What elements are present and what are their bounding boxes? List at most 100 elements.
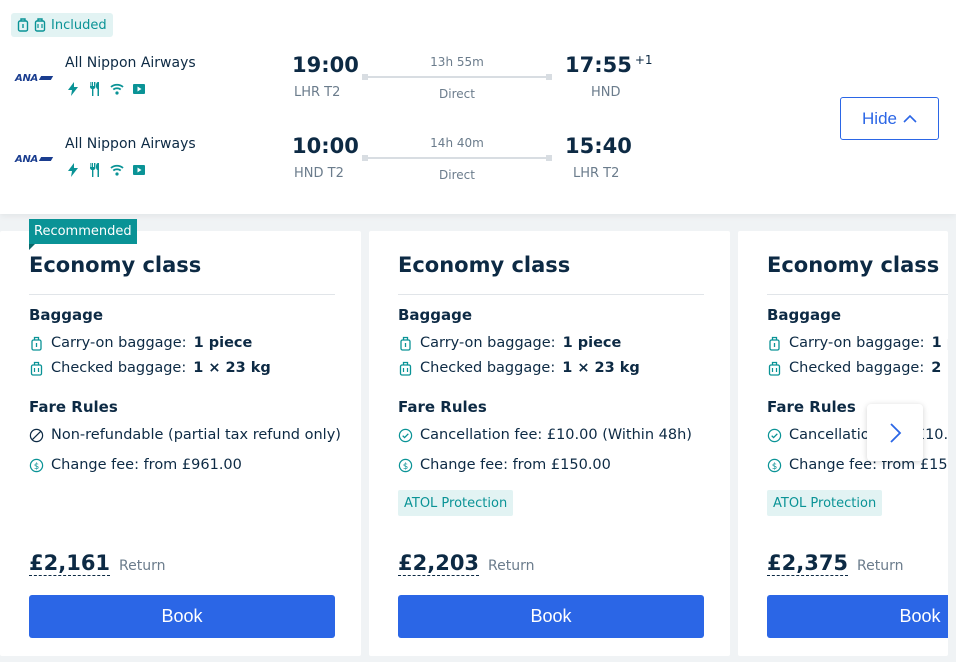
arrival-airport: HND — [591, 85, 621, 100]
change-fee-text: Change fee: from £961.00 — [51, 457, 242, 473]
wifi-icon — [110, 164, 124, 176]
flight-track — [362, 155, 552, 161]
book-button[interactable]: Book — [767, 595, 948, 638]
fare-rules-heading: Fare Rules — [398, 398, 487, 416]
carry-on-value: 1 piece — [193, 335, 253, 351]
power-icon — [68, 163, 78, 177]
airline-name: All Nippon Airways — [65, 55, 196, 71]
checked-value: 1 × 23 kg — [193, 360, 271, 376]
checked-bag-icon — [30, 361, 43, 376]
carry-on-value: 1 piece — [931, 335, 948, 351]
carry-on-value: 1 piece — [562, 335, 622, 351]
itinerary-summary: Included ANA All Nippon Airways 19:00 LH… — [0, 0, 956, 214]
carry-on-label: Carry-on baggage: — [789, 335, 925, 351]
change-fee-text: Change fee: from £150.00 — [420, 457, 611, 473]
checked-label: Checked baggage: — [789, 360, 925, 376]
meal-icon — [90, 163, 99, 177]
meal-icon — [90, 82, 99, 96]
fare-card: Economy class Baggage Carry-on baggage: 1… — [369, 231, 730, 656]
checked-baggage: Checked baggage: 1 × 23 kg — [29, 360, 271, 376]
check-circle-icon — [767, 428, 782, 442]
checked-value: 2 × 23 kg — [931, 360, 948, 376]
refund-rule: Non-refundable (partial tax refund only) — [29, 427, 341, 443]
checked-value: 1 × 23 kg — [562, 360, 640, 376]
divider — [767, 294, 948, 295]
price-value[interactable]: £2,161 — [29, 551, 111, 576]
checked-bag-icon — [768, 361, 781, 376]
flight-leg-outbound: ANA All Nippon Airways 19:00 LHR T2 13h … — [0, 53, 700, 125]
price-value[interactable]: £2,375 — [767, 551, 849, 576]
carry-on-baggage: Carry-on baggage: 1 piece — [398, 335, 621, 351]
wifi-icon — [110, 83, 124, 95]
price: £2,161 Return — [29, 551, 166, 576]
arrival-time-value: 17:55 — [565, 53, 632, 77]
checked-bag-icon — [34, 18, 46, 32]
fare-class-title: Economy class — [767, 253, 940, 277]
price-label: Return — [488, 558, 535, 574]
carry-on-label: Carry-on baggage: — [420, 335, 556, 351]
included-badge: Included — [11, 13, 113, 37]
checked-bag-icon — [399, 361, 412, 376]
departure-airport: HND T2 — [294, 166, 344, 181]
flight-track — [362, 74, 552, 80]
airline-logo: ANA — [15, 73, 52, 84]
dollar-circle-icon: $ — [767, 458, 782, 472]
arrival-time: 15:40 — [565, 134, 632, 158]
departure-time: 19:00 — [292, 53, 359, 77]
change-fee-rule: $ Change fee: from £961.00 — [29, 457, 242, 473]
price: £2,203 Return — [398, 551, 535, 576]
entertainment-icon — [133, 165, 145, 175]
price-value[interactable]: £2,203 — [398, 551, 480, 576]
checked-label: Checked baggage: — [51, 360, 187, 376]
airline-name: All Nippon Airways — [65, 136, 196, 152]
entertainment-icon — [133, 84, 145, 94]
checked-baggage: Checked baggage: 2 × 23 kg — [767, 360, 948, 376]
fare-card: Economy class Baggage Carry-on baggage: 1… — [0, 231, 361, 656]
amenities — [66, 163, 146, 177]
chevron-up-icon — [903, 114, 917, 123]
carry-on-baggage: Carry-on baggage: 1 piece — [29, 335, 252, 351]
baggage-heading: Baggage — [29, 306, 104, 324]
arrival-airport: LHR T2 — [573, 166, 620, 181]
stops-label: Direct — [439, 87, 475, 101]
svg-text:$: $ — [403, 460, 408, 470]
flight-leg-return: ANA All Nippon Airways 10:00 HND T2 14h … — [0, 134, 700, 206]
book-button[interactable]: Book — [29, 595, 335, 638]
price: £2,375 Return — [767, 551, 904, 576]
hide-details-button[interactable]: Hide — [840, 97, 939, 140]
recommended-badge: Recommended — [29, 219, 137, 250]
day-offset: +1 — [634, 53, 653, 67]
price-label: Return — [857, 558, 904, 574]
included-label: Included — [51, 17, 107, 33]
stops-label: Direct — [439, 168, 475, 182]
carry-on-bag-icon — [769, 336, 780, 351]
flight-duration: 13h 55m — [430, 55, 484, 69]
power-icon — [68, 82, 78, 96]
ban-icon — [29, 428, 44, 442]
arrival-time: 17:55 +1 — [565, 53, 653, 77]
fare-rules-heading: Fare Rules — [767, 398, 856, 416]
cancellation-rule-text: Cancellation fee: £10.00 (Within 48h) — [420, 427, 692, 443]
checked-baggage: Checked baggage: 1 × 23 kg — [398, 360, 640, 376]
atol-badge: ATOL Protection — [767, 490, 883, 516]
cancellation-rule: Cancellation fee: £10.00 (Within 48h) — [398, 427, 692, 443]
hide-label: Hide — [862, 108, 897, 128]
baggage-heading: Baggage — [767, 306, 842, 324]
next-fares-button[interactable] — [867, 404, 923, 461]
dollar-circle-icon: $ — [398, 458, 413, 472]
carry-on-bag-icon — [31, 336, 42, 351]
book-button[interactable]: Book — [398, 595, 704, 638]
carry-on-label: Carry-on baggage: — [51, 335, 187, 351]
divider — [398, 294, 704, 295]
departure-time: 10:00 — [292, 134, 359, 158]
fare-class-title: Economy class — [398, 253, 571, 277]
airline-logo: ANA — [15, 154, 52, 165]
change-fee-rule: $ Change fee: from £150.00 — [398, 457, 611, 473]
svg-text:$: $ — [34, 460, 39, 470]
baggage-heading: Baggage — [398, 306, 473, 324]
carry-on-bag-icon — [400, 336, 411, 351]
chevron-right-icon — [890, 422, 902, 443]
carry-on-baggage: Carry-on baggage: 1 piece — [767, 335, 948, 351]
atol-badge: ATOL Protection — [398, 490, 514, 516]
refund-rule-text: Non-refundable (partial tax refund only) — [51, 427, 341, 443]
